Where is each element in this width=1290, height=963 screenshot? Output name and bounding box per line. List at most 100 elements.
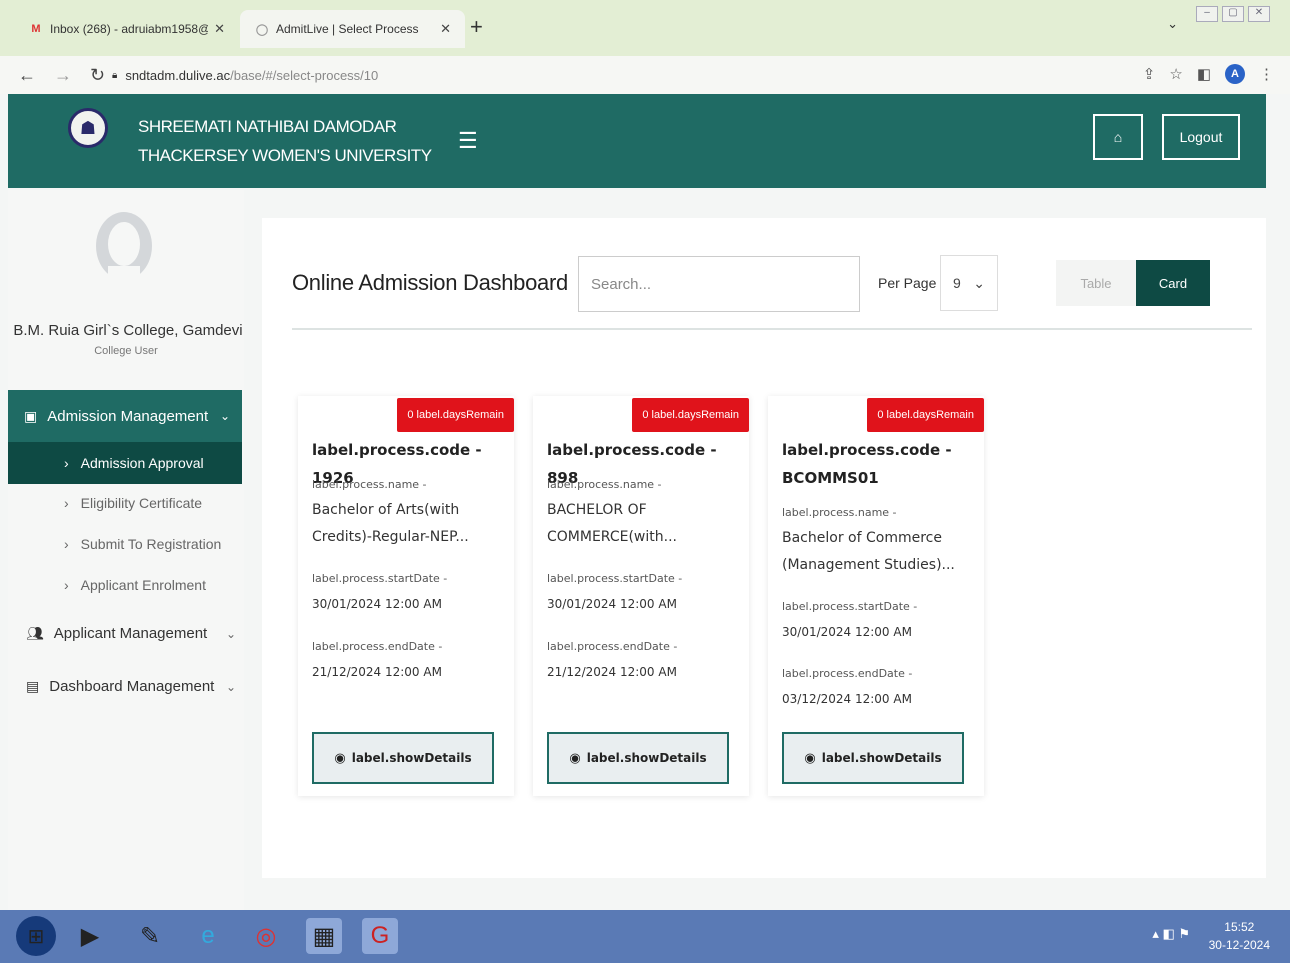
share-icon[interactable]: ⇪ xyxy=(1143,65,1156,83)
process-name-line2: Credits)-Regular-NEP... xyxy=(312,529,469,545)
show-details-button[interactable]: ◉ label.showDetails xyxy=(782,732,964,784)
end-date-label: label.process.endDate - xyxy=(547,640,678,653)
system-tray[interactable]: ▴ ◧ ⚑ xyxy=(1152,926,1190,942)
sidebar-item-admission-management[interactable]: ▣ Admission Management ⌄ xyxy=(8,390,242,442)
media-player-icon[interactable]: ▶ xyxy=(72,918,108,954)
page-title: Online Admission Dashboard xyxy=(292,270,568,295)
sidebar-item-eligibility-certificate[interactable]: › Eligibility Certificate xyxy=(64,495,202,511)
back-icon[interactable]: ← xyxy=(18,65,36,86)
start-button[interactable]: ⊞ xyxy=(16,916,56,956)
chevron-right-icon: › xyxy=(64,495,69,511)
app-icon[interactable]: ✎ xyxy=(132,918,168,954)
chevron-down-icon: ⌄ xyxy=(225,679,236,694)
days-remain-badge: 0 label.daysRemain xyxy=(397,398,514,432)
process-name-label: label.process.name - xyxy=(547,478,662,491)
sidebar-item-label: Eligibility Certificate xyxy=(80,495,203,511)
chevron-right-icon: › xyxy=(64,577,69,593)
sidepanel-icon[interactable]: ◧ xyxy=(1197,65,1211,83)
start-date-label: label.process.startDate - xyxy=(782,600,918,613)
chevron-right-icon: › xyxy=(64,536,69,552)
process-name-line1: Bachelor of Commerce xyxy=(782,530,942,546)
process-name-line2: COMMERCE(with... xyxy=(547,529,677,545)
app-header: ☗ SHREEMATI NATHIBAI DAMODAR THACKERSEY … xyxy=(8,94,1266,188)
sidebar-item-admission-approval[interactable]: › Admission Approval xyxy=(8,442,242,484)
university-name-line2: THACKERSEY WOMEN'S UNIVERSITY xyxy=(138,146,432,165)
logout-button[interactable]: Logout xyxy=(1162,114,1240,160)
internet-explorer-icon[interactable]: e xyxy=(190,918,226,954)
forward-icon[interactable]: → xyxy=(54,65,72,86)
sidebar-item-applicant-management[interactable]: 👥︎ Applicant Management ⌄ xyxy=(26,625,236,642)
university-logo: ☗ xyxy=(68,108,108,148)
show-details-label: label.showDetails xyxy=(821,751,942,765)
hamburger-menu-icon[interactable]: ☰ xyxy=(458,128,478,154)
os-taskbar: ⊞ ▶ ✎ e ◎ ▦ G ▴ ◧ ⚑ 15:52 30-12-2024 xyxy=(0,910,1290,963)
url-field[interactable]: 🔒︎ sndtadm.dulive.ac /base/#/select-proc… xyxy=(112,61,1132,89)
menu-dots-icon[interactable]: ⋮ xyxy=(1259,65,1274,83)
sidebar-item-label: Admission Approval xyxy=(80,455,204,471)
sidebar-item-label: Applicant Enrolment xyxy=(80,577,206,593)
tab-title: AdmitLive | Select Process xyxy=(276,22,419,36)
new-tab-icon[interactable]: + xyxy=(470,14,483,40)
chrome-window-icon[interactable]: G xyxy=(362,918,398,954)
browser-tab-bar: M Inbox (268) - adruiabm1958@g ✕ ◯ Admit… xyxy=(0,0,1290,56)
lock-icon: 🔒︎ xyxy=(112,69,118,81)
eye-icon: ◉ xyxy=(804,750,816,766)
show-details-button[interactable]: ◉ label.showDetails xyxy=(312,732,494,784)
sidebar: B.M. Ruia Girl`s College, Gamdevi Colleg… xyxy=(8,190,244,910)
close-window-icon[interactable]: ✕ xyxy=(1248,6,1270,22)
end-date-label: label.process.endDate - xyxy=(782,667,913,680)
clock-date: 30-12-2024 xyxy=(1208,938,1270,952)
chevron-down-icon: ⌄ xyxy=(973,274,985,291)
restore-icon[interactable]: ▢ xyxy=(1222,6,1244,22)
sidebar-item-applicant-enrolment[interactable]: › Applicant Enrolment xyxy=(64,577,206,593)
process-name-label: label.process.name - xyxy=(782,506,897,519)
url-host: sndtadm.dulive.ac xyxy=(125,67,231,83)
process-card: 0 label.daysRemain label.process.code - … xyxy=(533,396,749,796)
browser-address-bar: ← → ↻ 🔒︎ sndtadm.dulive.ac /base/#/selec… xyxy=(0,56,1290,94)
star-icon[interactable]: ☆ xyxy=(1169,65,1182,83)
per-page-value: 9 xyxy=(953,275,961,291)
file-explorer-icon[interactable]: ▦ xyxy=(306,918,342,954)
process-name-line1: BACHELOR OF xyxy=(547,502,647,518)
start-date-label: label.process.startDate - xyxy=(547,572,683,585)
table-view-button[interactable]: Table xyxy=(1056,260,1136,306)
process-code-line1: label.process.code - xyxy=(782,441,952,459)
chevron-right-icon: › xyxy=(64,455,69,471)
browser-tab-inbox[interactable]: M Inbox (268) - adruiabm1958@g ✕ xyxy=(14,10,239,48)
home-button[interactable]: ⌂ xyxy=(1093,114,1143,160)
browser-tab-admitlive[interactable]: ◯ AdmitLive | Select Process ✕ xyxy=(240,10,465,48)
users-icon: 👥︎ xyxy=(26,625,44,641)
divider xyxy=(292,328,1252,330)
browser-toolbar-icons: ⇪ ☆ ◧ A ⋮ xyxy=(1143,64,1274,84)
process-name-line1: Bachelor of Arts(with xyxy=(312,502,460,518)
sidebar-item-submit-to-registration[interactable]: › Submit To Registration xyxy=(64,536,221,552)
process-code: label.process.code - BCOMMS01 xyxy=(782,436,972,492)
close-icon[interactable]: ✕ xyxy=(440,21,451,37)
show-details-label: label.showDetails xyxy=(351,751,472,765)
clock[interactable]: 15:52 30-12-2024 xyxy=(1209,918,1270,954)
end-date-value: 21/12/2024 12:00 AM xyxy=(547,665,677,679)
chrome-icon[interactable]: ◎ xyxy=(248,918,284,954)
university-name-line1: SHREEMATI NATHIBAI DAMODAR xyxy=(138,117,397,136)
show-details-button[interactable]: ◉ label.showDetails xyxy=(547,732,729,784)
close-icon[interactable]: ✕ xyxy=(214,21,225,37)
sidebar-item-dashboard-management[interactable]: ▤ Dashboard Management ⌄ xyxy=(26,678,236,695)
process-name-label: label.process.name - xyxy=(312,478,427,491)
user-role: College User xyxy=(94,345,158,357)
start-date-value: 30/01/2024 12:00 AM xyxy=(547,597,677,611)
chevron-down-icon[interactable]: ⌄ xyxy=(1167,16,1178,32)
search-input[interactable] xyxy=(578,256,860,312)
start-date-value: 30/01/2024 12:00 AM xyxy=(312,597,442,611)
window-controls: – ▢ ✕ xyxy=(1196,6,1270,22)
card-view-button[interactable]: Card xyxy=(1136,260,1210,306)
reload-icon[interactable]: ↻ xyxy=(90,65,105,86)
end-date-value: 21/12/2024 12:00 AM xyxy=(312,665,442,679)
minimize-icon[interactable]: – xyxy=(1196,6,1218,22)
process-card: 0 label.daysRemain label.process.code - … xyxy=(768,396,984,796)
per-page-select[interactable]: 9 ⌄ xyxy=(940,255,998,311)
avatar xyxy=(96,212,152,292)
profile-avatar[interactable]: A xyxy=(1225,64,1245,84)
end-date-value: 03/12/2024 12:00 AM xyxy=(782,692,912,706)
per-page-label: Per Page xyxy=(878,275,937,291)
home-icon: ⌂ xyxy=(1113,129,1123,145)
